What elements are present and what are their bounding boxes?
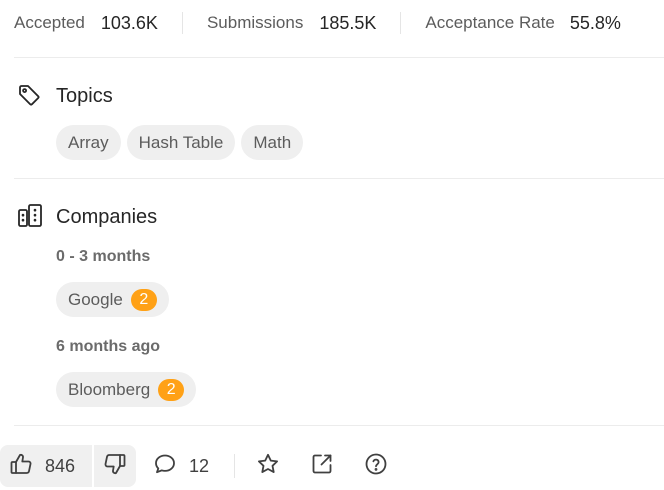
company-tag-google[interactable]: Google 2 [56,282,169,317]
section-divider [14,57,664,58]
topic-tag[interactable]: Hash Table [126,125,236,160]
submissions-label: Submissions [206,13,304,32]
section-divider [14,425,664,426]
comment-count: 12 [189,455,210,476]
acceptance-rate-value: 55.8% [569,12,621,33]
share-button[interactable] [309,445,335,487]
period-label: 6 months ago [56,338,161,355]
like-count: 846 [45,455,76,476]
company-name: Bloomberg [68,379,151,399]
accepted-value: 103.6K [100,12,158,33]
like-button[interactable]: 846 [0,445,92,487]
action-divider [234,454,235,478]
star-icon [256,452,280,481]
section-divider [14,178,664,179]
topic-tag[interactable]: Math [241,125,304,160]
companies-title[interactable]: Companies [56,204,157,230]
frequency-badge: 2 [130,288,157,311]
help-button[interactable] [363,445,389,487]
help-icon [364,452,388,481]
share-icon [310,452,334,481]
stat-divider [181,12,183,34]
tag-icon [17,83,41,107]
period-label: 0 - 3 months [56,248,151,265]
comments-button[interactable]: 12 [153,445,209,487]
topics-header-icon[interactable] [17,82,41,108]
stat-divider [400,12,402,34]
topic-tag[interactable]: Array [56,125,121,160]
frequency-badge: 2 [158,378,185,401]
accepted-label: Accepted [14,13,85,32]
comment-icon [153,452,177,481]
action-bar: 846 12 [0,445,664,487]
problem-stats: Accepted 103.6K Submissions 185.5K Accep… [14,11,621,35]
topic-tags: Array Hash Table Math [56,125,304,160]
company-tags: Google 2 [56,282,169,317]
dislike-button[interactable] [94,445,136,487]
building-icon [17,203,43,229]
company-name: Google [68,289,123,309]
company-tags: Bloomberg 2 [56,372,197,407]
submissions-value: 185.5K [319,12,377,33]
vote-group: 846 [0,445,136,487]
acceptance-rate-label: Acceptance Rate [425,13,555,32]
companies-header-icon[interactable] [17,203,43,229]
topics-title[interactable]: Topics [56,83,113,109]
favorite-button[interactable] [255,445,281,487]
company-tag-bloomberg[interactable]: Bloomberg 2 [56,372,197,407]
thumbs-up-icon [9,452,33,481]
thumbs-down-icon [103,452,127,481]
